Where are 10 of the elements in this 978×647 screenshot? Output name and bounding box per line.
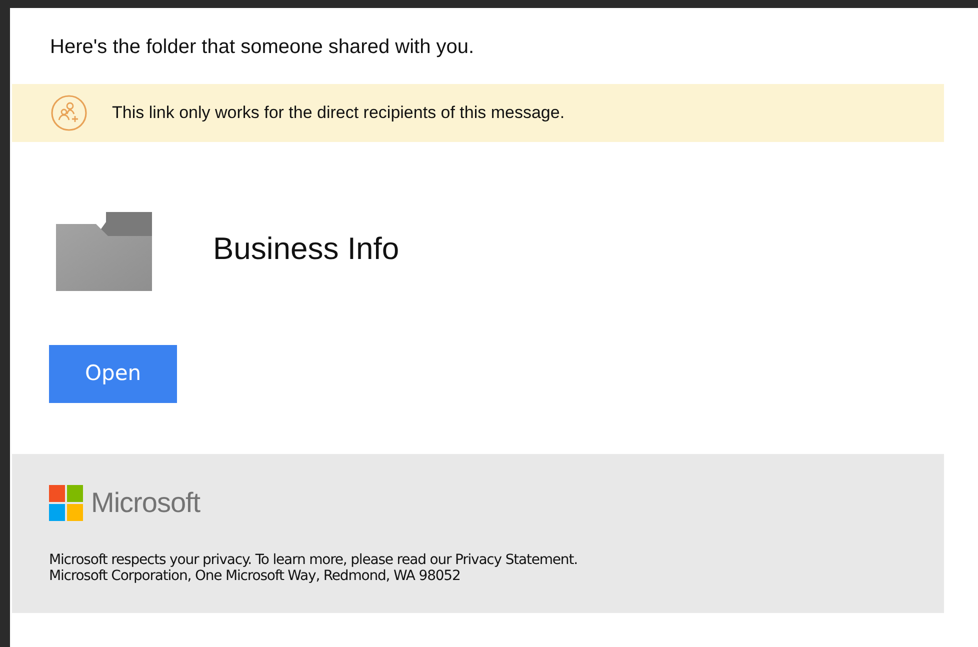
brand-name: Microsoft [91,486,200,520]
folder-name: Business Info [213,230,400,268]
folder-icon [56,212,152,291]
footer-text: Microsoft Corporation, One Microsoft Way, Redmond, WA 98052 [49,568,460,584]
open-button[interactable]: Open [49,345,177,403]
email-heading: Here's the folder that someone shared with you. [50,35,474,60]
people-add-icon [50,94,88,132]
windows-logo-icon [49,485,83,521]
footer-text: Microsoft respects your privacy. To learn more, please read our Privacy Statement. [49,552,578,568]
notice-text: This link only works for the direct recipients of this message. [112,102,565,124]
